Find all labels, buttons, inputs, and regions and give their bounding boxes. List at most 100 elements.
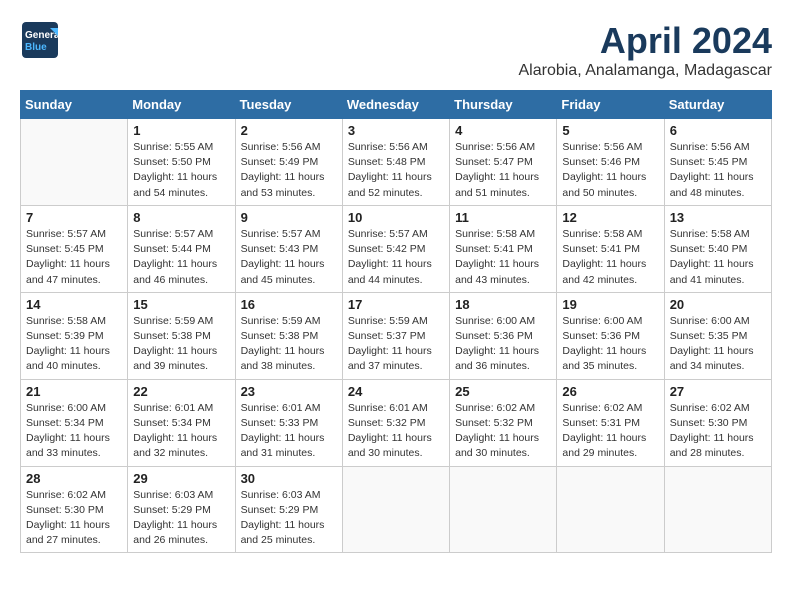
day-info: Sunrise: 5:57 AMSunset: 5:45 PMDaylight:…	[26, 227, 122, 288]
day-info: Sunrise: 5:57 AMSunset: 5:43 PMDaylight:…	[241, 227, 337, 288]
calendar-cell	[342, 466, 449, 553]
calendar-cell: 12 Sunrise: 5:58 AMSunset: 5:41 PMDayligh…	[557, 205, 664, 292]
day-info: Sunrise: 6:02 AMSunset: 5:30 PMDaylight:…	[670, 401, 766, 462]
day-info: Sunrise: 5:57 AMSunset: 5:42 PMDaylight:…	[348, 227, 444, 288]
day-info: Sunrise: 5:58 AMSunset: 5:41 PMDaylight:…	[562, 227, 658, 288]
day-number: 25	[455, 384, 551, 399]
day-number: 3	[348, 123, 444, 138]
weekday-header-tuesday: Tuesday	[235, 91, 342, 119]
logo-icon: General Blue	[20, 20, 60, 60]
day-info: Sunrise: 6:00 AMSunset: 5:36 PMDaylight:…	[455, 314, 551, 375]
day-number: 9	[241, 210, 337, 225]
day-info: Sunrise: 5:56 AMSunset: 5:47 PMDaylight:…	[455, 140, 551, 201]
calendar-body: 1 Sunrise: 5:55 AMSunset: 5:50 PMDaylight…	[21, 119, 772, 553]
weekday-header-friday: Friday	[557, 91, 664, 119]
calendar-week-2: 7Sunrise: 5:57 AMSunset: 5:45 PMDaylight…	[21, 205, 772, 292]
day-info: Sunrise: 5:59 AMSunset: 5:37 PMDaylight:…	[348, 314, 444, 375]
day-number: 23	[241, 384, 337, 399]
calendar-table: SundayMondayTuesdayWednesdayThursdayFrid…	[20, 90, 772, 553]
day-info: Sunrise: 5:56 AMSunset: 5:45 PMDaylight:…	[670, 140, 766, 201]
day-number: 20	[670, 297, 766, 312]
calendar-cell: 10Sunrise: 5:57 AMSunset: 5:42 PMDayligh…	[342, 205, 449, 292]
day-number: 18	[455, 297, 551, 312]
day-info: Sunrise: 6:01 AMSunset: 5:33 PMDaylight:…	[241, 401, 337, 462]
calendar-cell: 25 Sunrise: 6:02 AMSunset: 5:32 PMDayligh…	[450, 379, 557, 466]
calendar-week-3: 14 Sunrise: 5:58 AMSunset: 5:39 PMDayligh…	[21, 292, 772, 379]
day-number: 13	[670, 210, 766, 225]
day-number: 16	[241, 297, 337, 312]
day-info: Sunrise: 5:56 AMSunset: 5:48 PMDaylight:…	[348, 140, 444, 201]
day-number: 29	[133, 471, 229, 486]
calendar-cell: 29Sunrise: 6:03 AMSunset: 5:29 PMDayligh…	[128, 466, 235, 553]
calendar-cell: 13 Sunrise: 5:58 AMSunset: 5:40 PMDayligh…	[664, 205, 771, 292]
calendar-week-4: 21 Sunrise: 6:00 AMSunset: 5:34 PMDayligh…	[21, 379, 772, 466]
calendar-cell: 11 Sunrise: 5:58 AMSunset: 5:41 PMDayligh…	[450, 205, 557, 292]
day-info: Sunrise: 6:00 AMSunset: 5:35 PMDaylight:…	[670, 314, 766, 375]
weekday-header-row: SundayMondayTuesdayWednesdayThursdayFrid…	[21, 91, 772, 119]
calendar-week-5: 28 Sunrise: 6:02 AMSunset: 5:30 PMDayligh…	[21, 466, 772, 553]
calendar-header: SundayMondayTuesdayWednesdayThursdayFrid…	[21, 91, 772, 119]
weekday-header-thursday: Thursday	[450, 91, 557, 119]
day-number: 28	[26, 471, 122, 486]
svg-text:Blue: Blue	[25, 42, 47, 53]
weekday-header-sunday: Sunday	[21, 91, 128, 119]
day-info: Sunrise: 6:01 AMSunset: 5:32 PMDaylight:…	[348, 401, 444, 462]
day-number: 17	[348, 297, 444, 312]
calendar-cell: 22Sunrise: 6:01 AMSunset: 5:34 PMDayligh…	[128, 379, 235, 466]
title-block: April 2024 Alarobia, Analamanga, Madagas…	[519, 20, 773, 80]
day-number: 30	[241, 471, 337, 486]
day-info: Sunrise: 6:00 AMSunset: 5:36 PMDaylight:…	[562, 314, 658, 375]
calendar-cell: 18 Sunrise: 6:00 AMSunset: 5:36 PMDayligh…	[450, 292, 557, 379]
day-number: 26	[562, 384, 658, 399]
day-info: Sunrise: 5:57 AMSunset: 5:44 PMDaylight:…	[133, 227, 229, 288]
calendar-cell: 26Sunrise: 6:02 AMSunset: 5:31 PMDayligh…	[557, 379, 664, 466]
page-header: General Blue April 2024 Alarobia, Analam…	[20, 20, 772, 80]
day-info: Sunrise: 6:02 AMSunset: 5:32 PMDaylight:…	[455, 401, 551, 462]
day-number: 19	[562, 297, 658, 312]
calendar-cell: 7Sunrise: 5:57 AMSunset: 5:45 PMDaylight…	[21, 205, 128, 292]
calendar-week-1: 1 Sunrise: 5:55 AMSunset: 5:50 PMDaylight…	[21, 119, 772, 206]
calendar-cell	[664, 466, 771, 553]
calendar-cell: 1 Sunrise: 5:55 AMSunset: 5:50 PMDaylight…	[128, 119, 235, 206]
day-number: 14	[26, 297, 122, 312]
day-number: 27	[670, 384, 766, 399]
calendar-cell: 6 Sunrise: 5:56 AMSunset: 5:45 PMDaylight…	[664, 119, 771, 206]
calendar-cell: 4Sunrise: 5:56 AMSunset: 5:47 PMDaylight…	[450, 119, 557, 206]
calendar-cell	[21, 119, 128, 206]
calendar-cell: 8 Sunrise: 5:57 AMSunset: 5:44 PMDaylight…	[128, 205, 235, 292]
calendar-cell: 5 Sunrise: 5:56 AMSunset: 5:46 PMDaylight…	[557, 119, 664, 206]
day-info: Sunrise: 5:59 AMSunset: 5:38 PMDaylight:…	[241, 314, 337, 375]
weekday-header-wednesday: Wednesday	[342, 91, 449, 119]
day-number: 8	[133, 210, 229, 225]
calendar-cell: 21 Sunrise: 6:00 AMSunset: 5:34 PMDayligh…	[21, 379, 128, 466]
calendar-cell: 2Sunrise: 5:56 AMSunset: 5:49 PMDaylight…	[235, 119, 342, 206]
calendar-cell: 16 Sunrise: 5:59 AMSunset: 5:38 PMDayligh…	[235, 292, 342, 379]
day-info: Sunrise: 5:55 AMSunset: 5:50 PMDaylight:…	[133, 140, 229, 201]
calendar-cell: 30Sunrise: 6:03 AMSunset: 5:29 PMDayligh…	[235, 466, 342, 553]
day-number: 11	[455, 210, 551, 225]
day-info: Sunrise: 5:58 AMSunset: 5:40 PMDaylight:…	[670, 227, 766, 288]
calendar-cell: 23 Sunrise: 6:01 AMSunset: 5:33 PMDayligh…	[235, 379, 342, 466]
day-number: 12	[562, 210, 658, 225]
day-number: 15	[133, 297, 229, 312]
calendar-cell: 9 Sunrise: 5:57 AMSunset: 5:43 PMDaylight…	[235, 205, 342, 292]
day-info: Sunrise: 5:56 AMSunset: 5:49 PMDaylight:…	[241, 140, 337, 201]
day-info: Sunrise: 5:56 AMSunset: 5:46 PMDaylight:…	[562, 140, 658, 201]
day-number: 6	[670, 123, 766, 138]
day-number: 1	[133, 123, 229, 138]
calendar-cell: 3 Sunrise: 5:56 AMSunset: 5:48 PMDaylight…	[342, 119, 449, 206]
day-number: 5	[562, 123, 658, 138]
calendar-cell: 15 Sunrise: 5:59 AMSunset: 5:38 PMDayligh…	[128, 292, 235, 379]
day-info: Sunrise: 5:59 AMSunset: 5:38 PMDaylight:…	[133, 314, 229, 375]
day-info: Sunrise: 6:02 AMSunset: 5:30 PMDaylight:…	[26, 488, 122, 549]
calendar-cell: 28 Sunrise: 6:02 AMSunset: 5:30 PMDayligh…	[21, 466, 128, 553]
logo: General Blue	[20, 20, 60, 60]
day-info: Sunrise: 5:58 AMSunset: 5:41 PMDaylight:…	[455, 227, 551, 288]
day-info: Sunrise: 6:00 AMSunset: 5:34 PMDaylight:…	[26, 401, 122, 462]
calendar-cell: 14 Sunrise: 5:58 AMSunset: 5:39 PMDayligh…	[21, 292, 128, 379]
calendar-cell: 24Sunrise: 6:01 AMSunset: 5:32 PMDayligh…	[342, 379, 449, 466]
day-info: Sunrise: 5:58 AMSunset: 5:39 PMDaylight:…	[26, 314, 122, 375]
month-title: April 2024	[519, 20, 773, 62]
location-title: Alarobia, Analamanga, Madagascar	[519, 62, 773, 80]
day-number: 21	[26, 384, 122, 399]
